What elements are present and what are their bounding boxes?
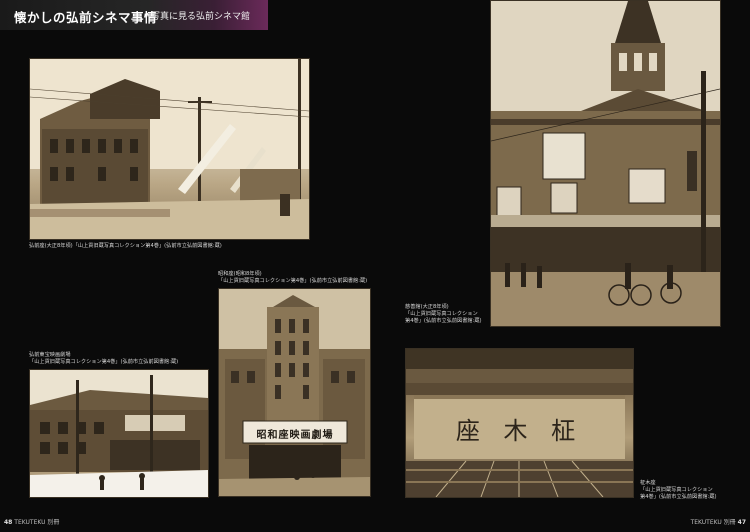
caption-hirosaki-za: 弘前座(大正8年頃)「山上貢旧蔵写真コレクション第4巻」(弘前市立弘前図書館:蔵… bbox=[29, 243, 222, 249]
caption-toho-title: 弘前東宝映画劇場 bbox=[29, 352, 71, 358]
page-title: 懐かしの弘前シネマ事情 bbox=[14, 10, 158, 25]
photo-masaki-za: 座 木 柾 bbox=[405, 348, 634, 498]
caption-toho-source: 「山上貢旧蔵写真コレクション第4巻」(弘前市立弘前図書館:蔵) bbox=[29, 359, 179, 365]
caption-jizen-source-1: 「山上貢旧蔵写真コレクション bbox=[405, 311, 478, 317]
photo-hirosaki-za bbox=[29, 58, 310, 240]
photo-showa-za: 昭和座映画劇場 bbox=[218, 288, 371, 497]
caption-showa-title: 昭和座(昭和8年頃) bbox=[218, 271, 262, 277]
caption-masaki-source-2: 第4巻」(弘前市立弘前図書館:蔵) bbox=[640, 494, 717, 500]
caption-masaki-source-1: 「山上貢旧蔵写真コレクション bbox=[640, 487, 713, 493]
page-number-right: 47 bbox=[737, 519, 746, 526]
page-subtitle: 写真に見る弘前シネマ館 bbox=[151, 12, 251, 22]
photo-hirosaki-toho bbox=[29, 369, 209, 498]
page-number-left: 48 bbox=[4, 519, 13, 526]
photo-jizen-kan bbox=[490, 0, 721, 327]
footer-label-right: TEKUTEKU 別冊 bbox=[690, 519, 736, 526]
caption-jizen-source-2: 第4巻」(弘前市立弘前図書館:蔵) bbox=[405, 318, 482, 324]
footer-left: 48 TEKUTEKU 別冊 bbox=[4, 517, 59, 526]
masaki-banner-text: 座 木 柾 bbox=[455, 417, 584, 445]
footer-right: TEKUTEKU 別冊 47 bbox=[691, 517, 746, 526]
showa-marquee-text: 昭和座映画劇場 bbox=[256, 430, 334, 441]
caption-jizen-title: 慈善館(大正8年頃) bbox=[405, 304, 449, 310]
caption-showa-source: 「山上貢旧蔵写真コレクション第4巻」(弘前市立弘前図書館:蔵) bbox=[218, 278, 368, 284]
caption-masaki-title: 柾木座 bbox=[640, 480, 656, 486]
footer-label-left: TEKUTEKU 別冊 bbox=[14, 519, 60, 526]
